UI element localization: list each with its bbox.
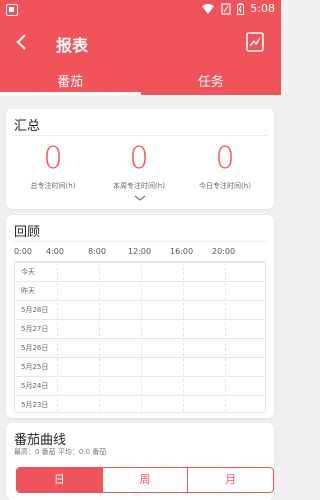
time-label: 8:00 <box>88 247 106 256</box>
tab-pomodoro[interactable]: 番茄 <box>0 65 141 95</box>
time-label: 0:00 <box>14 247 32 256</box>
review-row: 5月28日 <box>15 300 265 319</box>
stat-value: 0 <box>129 141 149 176</box>
stat-value: 0 <box>215 141 235 176</box>
divider <box>12 241 268 242</box>
review-row: 5月23日 <box>15 395 265 414</box>
status-time: 5:08 <box>250 2 275 15</box>
review-row: 今天 <box>15 262 265 281</box>
tab-bar: 番茄 任务 <box>0 65 281 95</box>
curve-card: 番茄曲线 最高：0 番茄 平均：0.0 番茄 日 周 月 <box>6 423 274 500</box>
battery-icon <box>237 2 245 15</box>
stat-label: 今日专注时间(h) <box>199 182 251 190</box>
chevron-down-icon[interactable] <box>134 195 146 202</box>
summary-title: 汇总 <box>14 119 41 134</box>
stat-label: 总专注时间(h) <box>30 182 76 190</box>
review-grid: 今天 昨天 5月28日 5月27日 5月26日 5月25日 5月24日 5月23… <box>14 261 266 413</box>
review-card: 回顾 0:00 4:00 8:00 12:00 16:00 20:00 今天 昨… <box>6 215 274 418</box>
review-row: 5月24日 <box>15 376 265 395</box>
row-label: 5月28日 <box>21 306 49 314</box>
stat-total: 0 总专注时间(h) <box>8 141 98 191</box>
segment-week[interactable]: 周 <box>101 468 188 492</box>
back-icon[interactable] <box>12 32 32 52</box>
page-title: 报表 <box>56 36 89 55</box>
review-row: 昨天 <box>15 281 265 300</box>
sim-icon <box>221 2 231 15</box>
curve-title: 番茄曲线 <box>14 433 67 448</box>
wifi-icon <box>202 3 215 14</box>
time-label: 16:00 <box>170 247 194 256</box>
row-label: 5月23日 <box>21 401 49 409</box>
time-label: 20:00 <box>212 247 236 256</box>
time-label: 12:00 <box>128 247 152 256</box>
stat-value: 0 <box>43 141 63 176</box>
time-label: 4:00 <box>46 247 64 256</box>
review-row: 5月26日 <box>15 338 265 357</box>
curve-subtitle: 最高：0 番茄 平均：0.0 番茄 <box>14 448 107 456</box>
segment-day[interactable]: 日 <box>17 468 102 492</box>
app-header: 报表 <box>0 20 281 65</box>
status-bar: 5:08 <box>0 0 281 20</box>
status-icons: 5:08 <box>201 2 275 15</box>
stat-today: 0 今日专注时间(h) <box>180 141 270 191</box>
row-label: 昨天 <box>21 287 35 295</box>
review-row: 5月27日 <box>15 319 265 338</box>
row-label: 今天 <box>21 268 35 276</box>
review-row: 5月25日 <box>15 357 265 376</box>
stat-label: 本周专注时间(h) <box>113 182 165 190</box>
review-title: 回顾 <box>14 225 41 240</box>
chart-report-icon[interactable] <box>245 31 265 53</box>
segment-month[interactable]: 月 <box>187 468 273 492</box>
row-label: 5月27日 <box>21 325 49 333</box>
tab-tasks[interactable]: 任务 <box>141 65 282 95</box>
time-axis: 0:00 4:00 8:00 12:00 16:00 20:00 <box>14 247 274 261</box>
stat-week: 0 本周专注时间(h) <box>94 141 184 191</box>
row-label: 5月25日 <box>21 363 49 371</box>
notification-icon <box>6 4 18 16</box>
row-label: 5月24日 <box>21 382 49 390</box>
divider <box>12 135 268 136</box>
summary-card: 汇总 0 总专注时间(h) 0 本周专注时间(h) 0 今日专注时间(h) <box>6 109 274 209</box>
row-label: 5月26日 <box>21 344 49 352</box>
period-segmented-control: 日 周 月 <box>16 467 274 493</box>
